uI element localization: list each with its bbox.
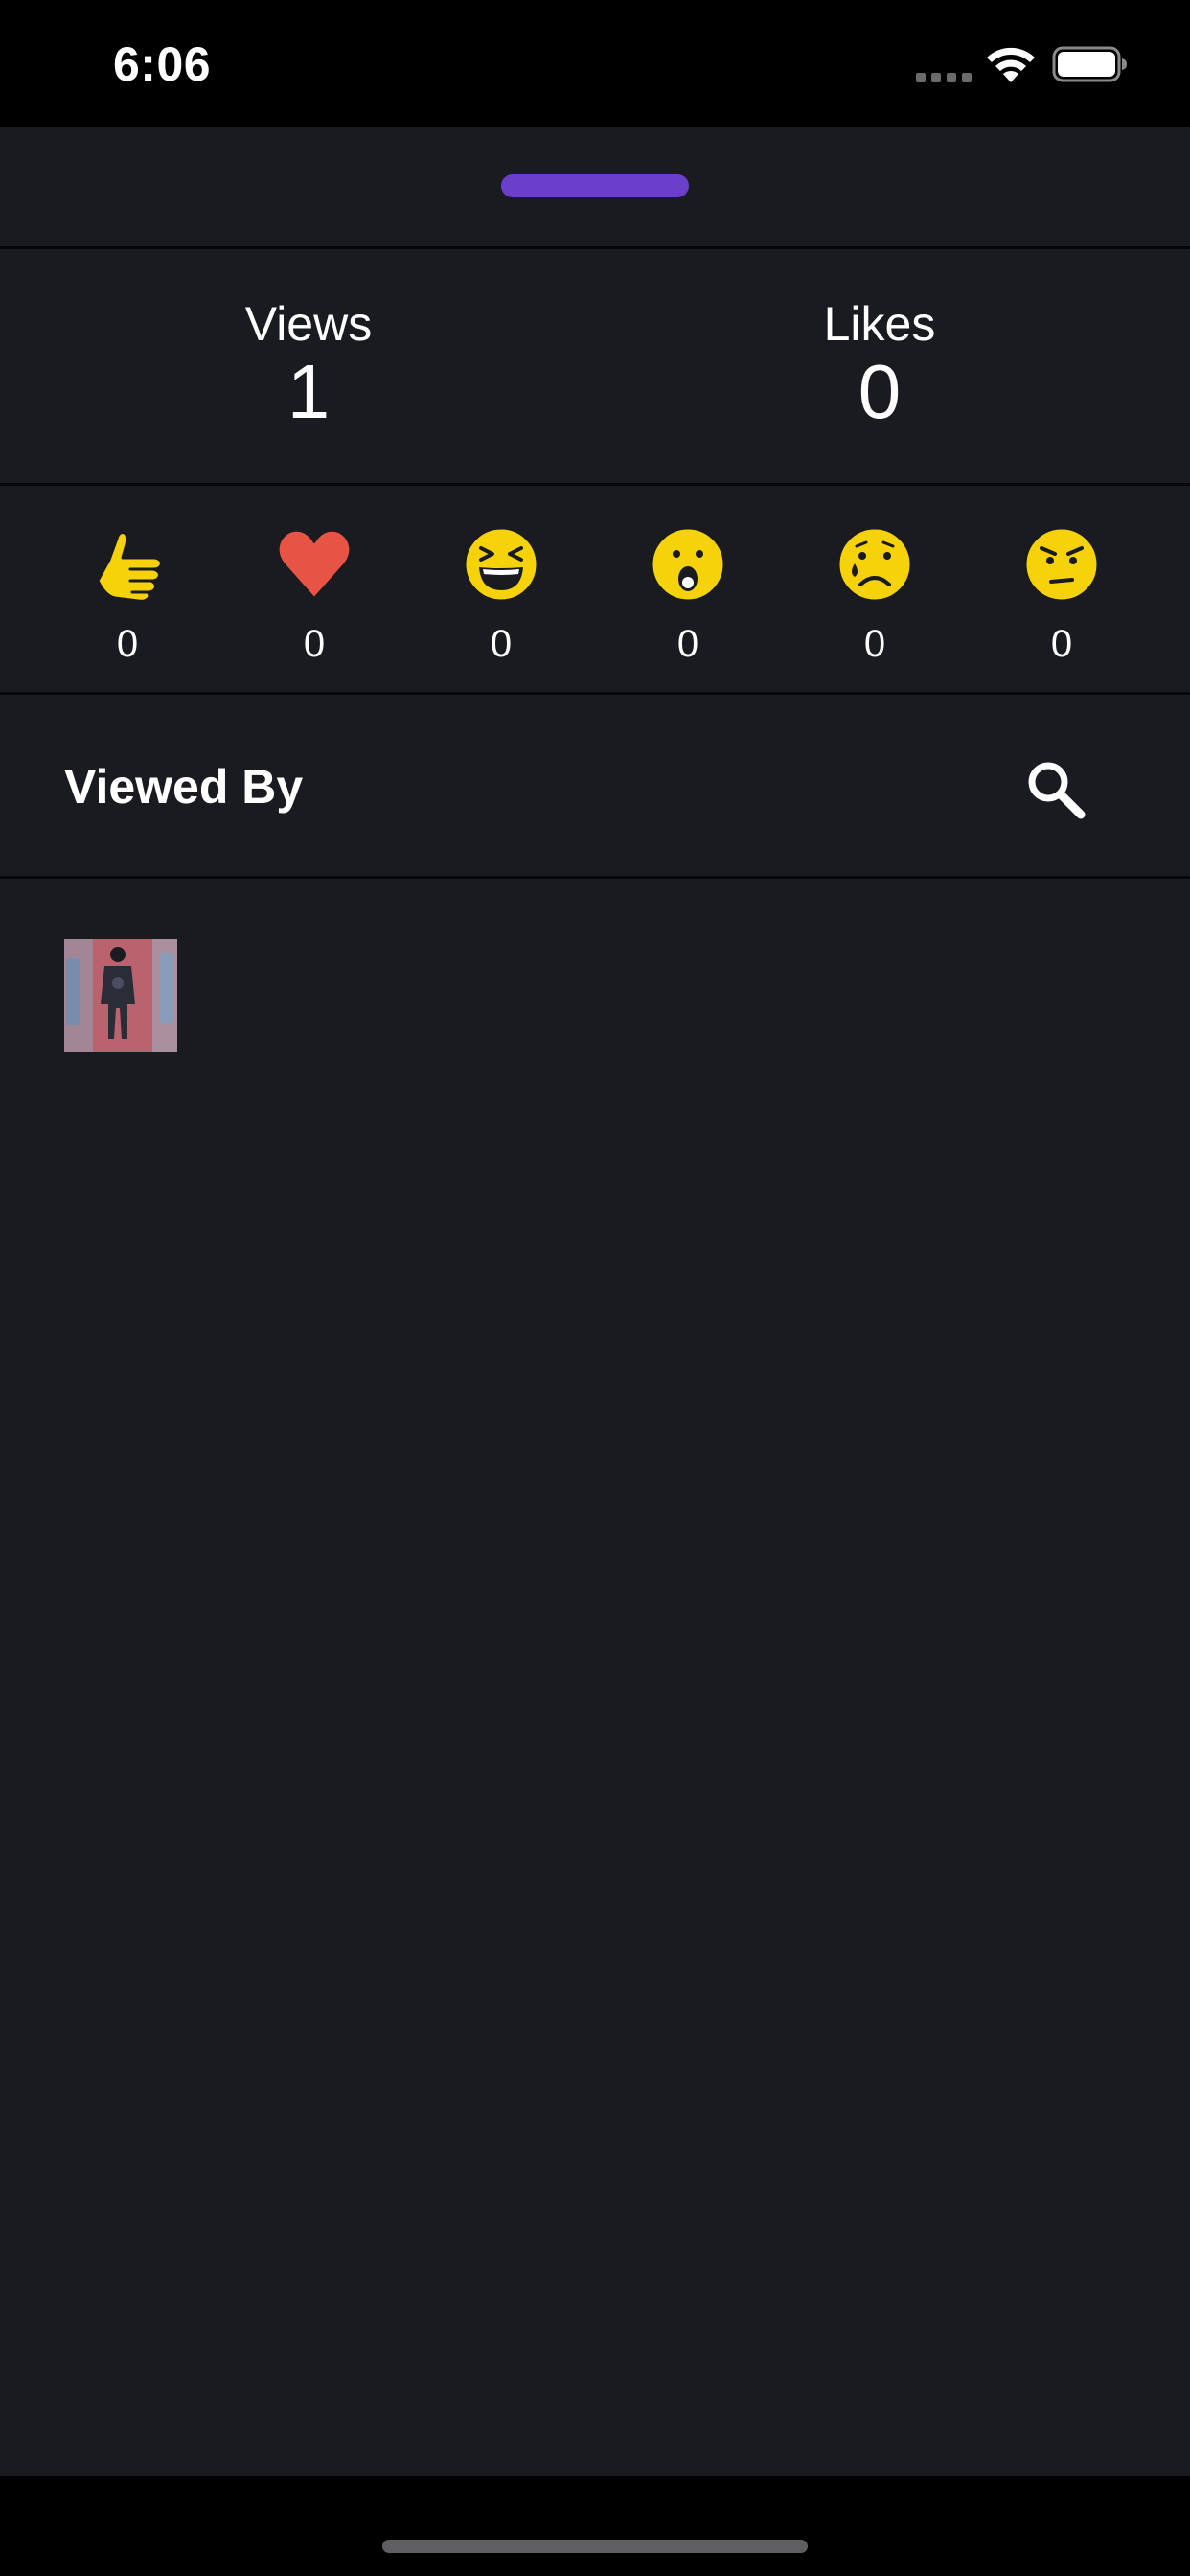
battery-full-icon bbox=[1052, 46, 1127, 82]
heart-icon bbox=[277, 529, 352, 599]
views-count: 1 bbox=[286, 349, 331, 434]
views-label: Views bbox=[244, 297, 373, 351]
insights-sheet: Views 1 Likes 0 0 0 0 0 0 0 Viewed By bbox=[0, 126, 1190, 2476]
sheet-handle-area[interactable] bbox=[0, 126, 1190, 249]
home-indicator-area bbox=[0, 2476, 1190, 2576]
search-icon[interactable] bbox=[1021, 755, 1088, 822]
home-indicator[interactable] bbox=[382, 2540, 808, 2553]
reaction-laugh[interactable]: 0 bbox=[429, 489, 573, 695]
views-stat: Views 1 bbox=[117, 252, 500, 486]
reaction-wow[interactable]: 0 bbox=[616, 489, 760, 695]
thumbs-up-count: 0 bbox=[116, 623, 139, 665]
viewer-avatar[interactable] bbox=[64, 939, 177, 1052]
viewer-avatar-image bbox=[64, 939, 177, 1052]
heart-count: 0 bbox=[303, 623, 326, 665]
sad-count: 0 bbox=[863, 623, 886, 665]
likes-stat: Likes 0 bbox=[688, 252, 1071, 486]
sad-face-icon bbox=[836, 526, 913, 603]
status-bar: 6:06 bbox=[0, 0, 1190, 126]
viewed-by-header: Viewed By bbox=[0, 698, 1190, 879]
stats-row: Views 1 Likes 0 bbox=[0, 252, 1190, 486]
surprised-face-icon bbox=[650, 526, 726, 603]
likes-count: 0 bbox=[858, 349, 902, 434]
thumbs-up-icon bbox=[96, 531, 163, 603]
reaction-angry[interactable]: 0 bbox=[990, 489, 1133, 695]
angry-face-icon bbox=[1023, 526, 1100, 603]
likes-label: Likes bbox=[823, 297, 936, 351]
laugh-count: 0 bbox=[490, 623, 513, 665]
status-time: 6:06 bbox=[113, 37, 212, 91]
reaction-sad[interactable]: 0 bbox=[803, 489, 947, 695]
wifi-icon bbox=[987, 47, 1035, 82]
story-insights-screen: 6:06 Views 1 Likes 0 0 0 0 0 0 0 Viewed … bbox=[0, 0, 1190, 2576]
drag-handle[interactable] bbox=[501, 174, 689, 197]
viewed-by-title: Viewed By bbox=[64, 760, 304, 814]
angry-count: 0 bbox=[1050, 623, 1073, 665]
cellular-dots-icon bbox=[916, 73, 972, 82]
reactions-row: 0 0 0 0 0 0 bbox=[0, 489, 1190, 695]
laughing-face-icon bbox=[463, 526, 539, 603]
wow-count: 0 bbox=[676, 623, 699, 665]
reaction-thumbs-up[interactable]: 0 bbox=[56, 489, 199, 695]
reaction-heart[interactable]: 0 bbox=[242, 489, 386, 695]
